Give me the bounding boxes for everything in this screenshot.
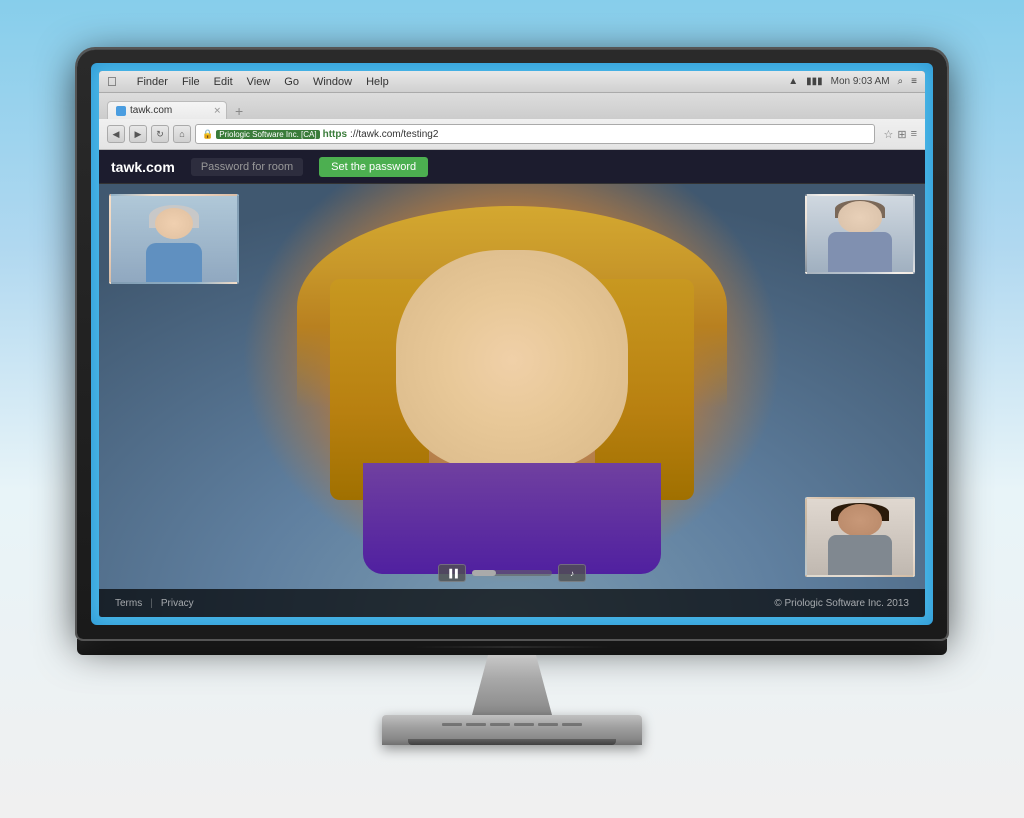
forward-icon: ▶ — [135, 129, 142, 140]
forward-button[interactable]: ▶ — [129, 125, 147, 143]
progress-bar[interactable] — [472, 570, 552, 576]
privacy-link[interactable]: Privacy — [161, 598, 194, 609]
thumb1-avatar — [143, 205, 206, 282]
browser-menu-icon[interactable]: ≡ — [911, 128, 917, 141]
menu-window[interactable]: Window — [313, 76, 352, 88]
volume-button[interactable]: ♪ — [558, 564, 586, 582]
thumb3-head — [838, 504, 883, 536]
thumb2-person — [807, 196, 913, 272]
ssl-badge: Priologic Software Inc. [CA] — [216, 130, 319, 139]
app-logo: tawk.com — [111, 159, 175, 175]
battery-icon: ▮▮▮ — [806, 76, 823, 87]
list-icon[interactable]: ≡ — [911, 76, 917, 87]
monitor-chin — [77, 639, 947, 655]
volume-icon: ♪ — [570, 569, 574, 578]
back-icon: ◀ — [113, 129, 120, 140]
thumb3-shirt — [828, 535, 892, 575]
menu-finder[interactable]: Finder — [137, 76, 168, 88]
video-area: ▐▐ ♪ — [99, 184, 925, 617]
https-label: https — [323, 129, 347, 140]
thumb2-shirt — [828, 232, 892, 272]
wifi-icon: ▲ — [788, 76, 798, 87]
thumb1-head — [155, 208, 193, 239]
thumbnail-top-right[interactable] — [805, 194, 915, 274]
vent-6 — [562, 723, 582, 726]
tab-favicon-icon — [116, 106, 126, 116]
bookmark-icon[interactable]: ☆ — [883, 128, 893, 141]
tab-close-button[interactable]: ✕ — [213, 105, 221, 116]
address-bar[interactable]: 🔒 Priologic Software Inc. [CA] https ://… — [195, 124, 875, 144]
monitor-chin-line — [412, 646, 612, 648]
browser-action-icons: ☆ ⊞ ≡ — [883, 128, 917, 141]
password-room-label: Password for room — [191, 158, 303, 176]
face-skin — [396, 250, 627, 471]
menu-view[interactable]: View — [247, 76, 271, 88]
app-header: tawk.com Password for room Set the passw… — [99, 150, 925, 184]
footer-separator: | — [150, 598, 153, 609]
menu-edit[interactable]: Edit — [214, 76, 233, 88]
vent-3 — [490, 723, 510, 726]
thumb2-head — [838, 201, 883, 233]
video-controls: ▐▐ ♪ — [438, 564, 586, 582]
set-password-button[interactable]: Set the password — [319, 157, 428, 177]
monitor-frame:  Finder File Edit View Go Window Help ▲ — [77, 49, 947, 639]
play-pause-button[interactable]: ▐▐ — [438, 564, 466, 582]
browser-tabs-bar: tawk.com ✕ + — [99, 93, 925, 119]
browser-toolbar: ◀ ▶ ↻ ⌂ 🔒 — [99, 119, 925, 149]
app-footer: Terms | Privacy © Priologic Software Inc… — [99, 589, 925, 617]
new-tab-button[interactable]: + — [229, 103, 249, 119]
progress-fill — [472, 570, 496, 576]
thumb1-person — [111, 196, 237, 282]
monitor-screen:  Finder File Edit View Go Window Help ▲ — [99, 71, 925, 617]
monitor-base — [382, 715, 642, 745]
app-content: tawk.com Password for room Set the passw… — [99, 150, 925, 617]
url-display: ://tawk.com/testing2 — [350, 129, 438, 140]
base-vents — [442, 723, 582, 726]
monitor-screen-border:  Finder File Edit View Go Window Help ▲ — [91, 63, 933, 625]
macos-status-bar: ▲ ▮▮▮ Mon 9:03 AM ⌕ ≡ — [788, 76, 917, 87]
shirt — [363, 463, 660, 573]
apple-logo-icon:  — [107, 74, 117, 89]
extensions-icon[interactable]: ⊞ — [897, 128, 906, 141]
thumbnail-top-left[interactable] — [109, 194, 239, 284]
vent-1 — [442, 723, 462, 726]
vent-4 — [514, 723, 534, 726]
home-icon: ⌂ — [179, 129, 184, 139]
back-button[interactable]: ◀ — [107, 125, 125, 143]
macos-menubar:  Finder File Edit View Go Window Help ▲ — [99, 71, 925, 93]
home-button[interactable]: ⌂ — [173, 125, 191, 143]
monitor-wrapper:  Finder File Edit View Go Window Help ▲ — [77, 49, 947, 769]
browser-chrome: tawk.com ✕ + ◀ ▶ — [99, 93, 925, 150]
main-speaker-face — [347, 206, 677, 574]
thumbnail-bottom-right[interactable] — [805, 497, 915, 577]
lock-icon: 🔒 — [202, 129, 213, 140]
play-icon: ▐▐ — [446, 569, 457, 578]
refresh-icon: ↻ — [156, 129, 164, 140]
menu-file[interactable]: File — [182, 76, 200, 88]
thumb1-shirt — [146, 243, 203, 282]
copyright-text: © Priologic Software Inc. 2013 — [774, 598, 909, 609]
vent-5 — [538, 723, 558, 726]
refresh-button[interactable]: ↻ — [151, 125, 169, 143]
menu-go[interactable]: Go — [284, 76, 299, 88]
search-icon[interactable]: ⌕ — [898, 76, 904, 87]
clock-display: Mon 9:03 AM — [831, 76, 890, 87]
thumb3-avatar — [828, 503, 892, 575]
thumb3-person — [807, 499, 913, 575]
browser-tab-active[interactable]: tawk.com ✕ — [107, 101, 227, 119]
footer-links: Terms | Privacy — [115, 598, 194, 609]
macos-menu-items: Finder File Edit View Go Window Help — [137, 76, 389, 88]
tab-label: tawk.com — [130, 105, 172, 116]
thumb2-avatar — [828, 200, 892, 272]
vent-2 — [466, 723, 486, 726]
menu-help[interactable]: Help — [366, 76, 389, 88]
monitor-neck — [472, 655, 552, 715]
terms-link[interactable]: Terms — [115, 598, 142, 609]
